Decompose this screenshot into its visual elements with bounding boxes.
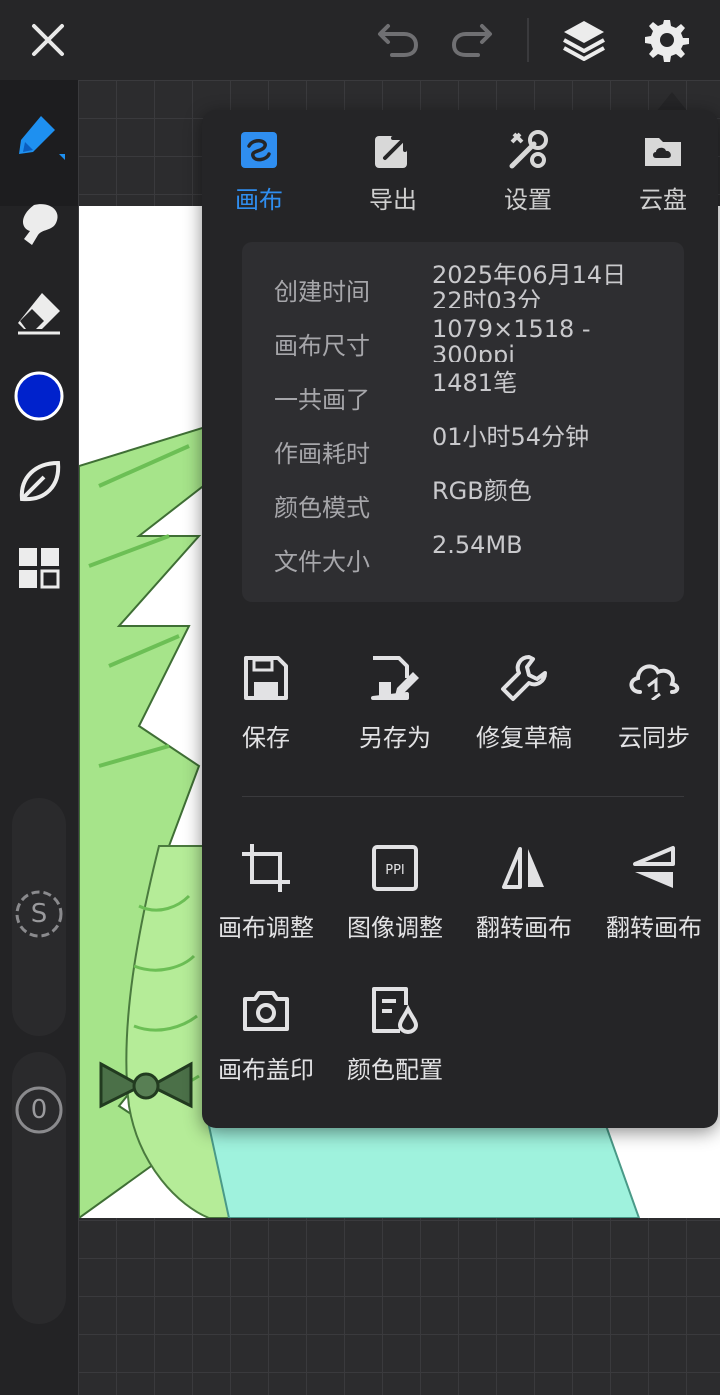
info-key: 作画耗时 [274,440,370,468]
info-value: 01小时54分钟 [432,424,590,451]
save-as-icon [367,650,423,706]
image-adjust-label: 图像调整 [347,914,443,942]
tab-settings[interactable]: 设置 [473,130,583,220]
grid-menu-icon[interactable] [11,540,67,596]
info-key: 文件大小 [274,548,370,576]
toolbar-divider [527,18,529,62]
smudge-tool-icon[interactable] [11,196,67,252]
close-icon[interactable] [22,14,74,66]
info-row-duration: 作画耗时 01小时54分钟 [274,424,674,474]
size-slider-value: S [30,899,48,929]
info-key: 颜色模式 [274,494,370,522]
panel-pointer [656,92,688,112]
tab-settings-label: 设置 [504,186,552,214]
canvas-adjust-label: 画布调整 [218,914,314,942]
info-row-size: 画布尺寸 1079×1518 - 300ppi [274,316,674,366]
save-as-label: 另存为 [359,724,431,752]
repair-draft-label: 修复草稿 [476,724,572,752]
repair-draft-button[interactable]: 修复草稿 [460,650,588,770]
tab-cloud-drive-label: 云盘 [639,186,687,214]
color-profile-label: 颜色配置 [347,1056,443,1084]
brush-tool-icon[interactable] [11,110,67,166]
canvas-menu-panel: 画布 导出 设置 云盘 创建时间 2025年06月14日 22时03分 画布尺寸… [202,110,718,1128]
save-button[interactable]: 保存 [202,650,330,770]
canvas-adjust-button[interactable]: 画布调整 [202,840,330,960]
tab-export-label: 导出 [369,186,417,214]
info-key: 画布尺寸 [274,332,370,360]
tab-cloud-drive[interactable]: 云盘 [608,130,718,220]
image-adjust-button[interactable]: PPI 图像调整 [331,840,459,960]
info-value: 1481笔 [432,370,518,397]
save-label: 保存 [242,724,290,752]
info-row-created: 创建时间 2025年06月14日 22时03分 [274,262,674,312]
save-as-button[interactable]: 另存为 [331,650,459,770]
tab-export[interactable]: 导出 [338,130,448,220]
info-value: 2.54MB [432,532,523,559]
svg-text:PPI: PPI [385,863,405,878]
top-toolbar [0,0,720,80]
tools-icon [508,130,548,170]
tab-canvas-label: 画布 [235,186,283,214]
flip-canvas-horizontal-label: 翻转画布 [476,914,572,942]
save-icon [238,650,294,706]
info-value: 2025年06月14日 22时03分 [432,262,627,308]
flip-canvas-horizontal-button[interactable]: 翻转画布 [460,840,588,960]
info-row-file-size: 文件大小 2.54MB [274,532,674,582]
info-value: 1079×1518 - 300ppi [432,316,591,362]
color-profile-icon [367,982,423,1038]
canvas-stamp-button[interactable]: 画布盖印 [202,982,330,1102]
ppi-icon: PPI [367,840,423,896]
camera-icon [238,982,294,1038]
opacity-slider-value: 0 [30,1095,48,1125]
canvas-stamp-label: 画布盖印 [218,1056,314,1084]
undo-icon[interactable] [372,14,424,66]
color-swatch[interactable] [11,368,67,424]
flip-canvas-vertical-button[interactable]: 翻转画布 [590,840,718,960]
crop-icon [238,840,294,896]
export-icon [373,130,413,170]
redo-icon[interactable] [446,14,498,66]
info-row-strokes: 一共画了 1481笔 [274,370,674,420]
info-key: 一共画了 [274,386,370,414]
cloud-sync-button[interactable]: 云同步 [590,650,718,770]
flip-horizontal-icon [496,840,552,896]
flip-canvas-vertical-label: 翻转画布 [606,914,702,942]
canvas-info-card: 创建时间 2025年06月14日 22时03分 画布尺寸 1079×1518 -… [242,242,684,602]
cloud-drive-icon [643,130,683,170]
gear-icon[interactable] [641,14,693,66]
leaf-tool-icon[interactable] [11,454,67,510]
info-value: RGB颜色 [432,478,532,505]
tab-canvas[interactable]: 画布 [204,130,314,220]
layers-icon[interactable] [558,14,610,66]
cloud-sync-icon [626,650,682,706]
actions-separator [242,796,684,797]
eraser-tool-icon[interactable] [11,284,67,340]
info-row-color-mode: 颜色模式 RGB颜色 [274,478,674,528]
flip-vertical-icon [626,840,682,896]
color-profile-button[interactable]: 颜色配置 [331,982,459,1102]
cloud-sync-label: 云同步 [618,724,690,752]
info-key: 创建时间 [274,278,370,306]
wrench-icon [496,650,552,706]
canvas-icon [239,130,279,170]
